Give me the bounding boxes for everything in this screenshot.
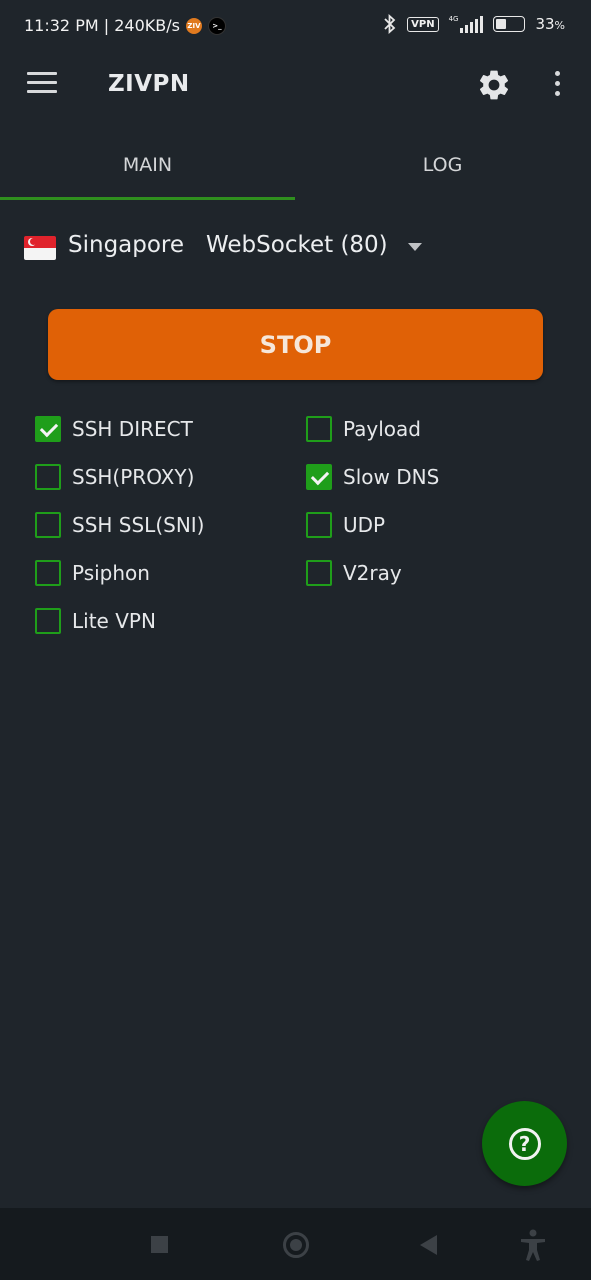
home-icon[interactable] <box>283 1232 309 1258</box>
option-v2ray[interactable]: V2ray <box>306 553 402 593</box>
battery-percent: 33% <box>535 15 565 33</box>
tab-log[interactable]: LOG <box>295 130 590 200</box>
option-label: UDP <box>343 513 386 537</box>
menu-icon[interactable] <box>27 72 57 96</box>
network-type-label: 4G <box>448 15 459 23</box>
option-payload[interactable]: Payload <box>306 409 421 449</box>
status-bar: 11:32 PM | 240KB/s ZIV >_ VPN 4G 33% <box>0 0 591 55</box>
checkbox[interactable] <box>306 464 332 490</box>
tab-main[interactable]: MAIN <box>0 130 295 200</box>
checkbox[interactable] <box>35 464 61 490</box>
battery-icon <box>493 16 526 32</box>
option-label: SSH DIRECT <box>72 417 193 441</box>
stop-button[interactable]: STOP <box>48 309 543 380</box>
dropdown-arrow-icon[interactable] <box>408 243 422 251</box>
checkbox[interactable] <box>35 560 61 586</box>
option-slow-dns[interactable]: Slow DNS <box>306 457 439 497</box>
option-udp[interactable]: UDP <box>306 505 385 545</box>
tab-indicator <box>0 197 295 200</box>
option-label: Lite VPN <box>72 609 156 633</box>
signal-icon: 4G <box>449 15 484 33</box>
option-lite-vpn[interactable]: Lite VPN <box>35 601 156 641</box>
accessibility-icon[interactable] <box>519 1228 547 1262</box>
more-options-icon[interactable] <box>548 71 566 101</box>
option-ssh-proxy[interactable]: SSH(PROXY) <box>35 457 194 497</box>
back-icon[interactable] <box>420 1235 437 1255</box>
battery-percent-value: 33 <box>535 15 555 33</box>
singapore-flag-icon <box>24 236 56 260</box>
bluetooth-icon <box>384 14 396 34</box>
protocol-selector[interactable]: WebSocket (80) <box>206 232 388 258</box>
vpn-icon: VPN <box>407 16 439 32</box>
system-nav-bar <box>0 1208 591 1280</box>
app-title: ZIVPN <box>108 71 190 97</box>
status-time-speed: 11:32 PM | 240KB/s <box>24 16 180 35</box>
checkbox[interactable] <box>306 512 332 538</box>
checkbox[interactable] <box>35 416 61 442</box>
option-ssh-ssl-sni[interactable]: SSH SSL(SNI) <box>35 505 204 545</box>
option-ssh-direct[interactable]: SSH DIRECT <box>35 409 193 449</box>
status-left: 11:32 PM | 240KB/s ZIV >_ <box>24 16 226 35</box>
status-right: VPN 4G 33% <box>383 14 565 34</box>
ziv-notification-icon: ZIV <box>185 17 202 34</box>
option-label: Slow DNS <box>343 465 440 489</box>
option-label: V2ray <box>343 561 402 585</box>
terminal-notification-icon: >_ <box>207 16 226 35</box>
gear-icon[interactable] <box>476 67 512 103</box>
battery-fill <box>496 19 507 29</box>
checkbox[interactable] <box>35 608 61 634</box>
help-button[interactable]: ? <box>482 1101 567 1186</box>
server-selector: Singapore WebSocket (80) <box>0 222 591 278</box>
country-selector[interactable]: Singapore <box>68 232 184 258</box>
app-bar: ZIVPN <box>0 55 591 117</box>
option-label: SSH(PROXY) <box>72 465 195 489</box>
option-label: Payload <box>343 417 421 441</box>
option-psiphon[interactable]: Psiphon <box>35 553 150 593</box>
tab-bar: MAIN LOG <box>0 130 591 200</box>
option-label: SSH SSL(SNI) <box>72 513 205 537</box>
option-label: Psiphon <box>72 561 150 585</box>
checkbox[interactable] <box>306 416 332 442</box>
checkbox[interactable] <box>306 560 332 586</box>
recents-icon[interactable] <box>151 1236 168 1253</box>
checkbox[interactable] <box>35 512 61 538</box>
help-icon: ? <box>508 1127 541 1160</box>
